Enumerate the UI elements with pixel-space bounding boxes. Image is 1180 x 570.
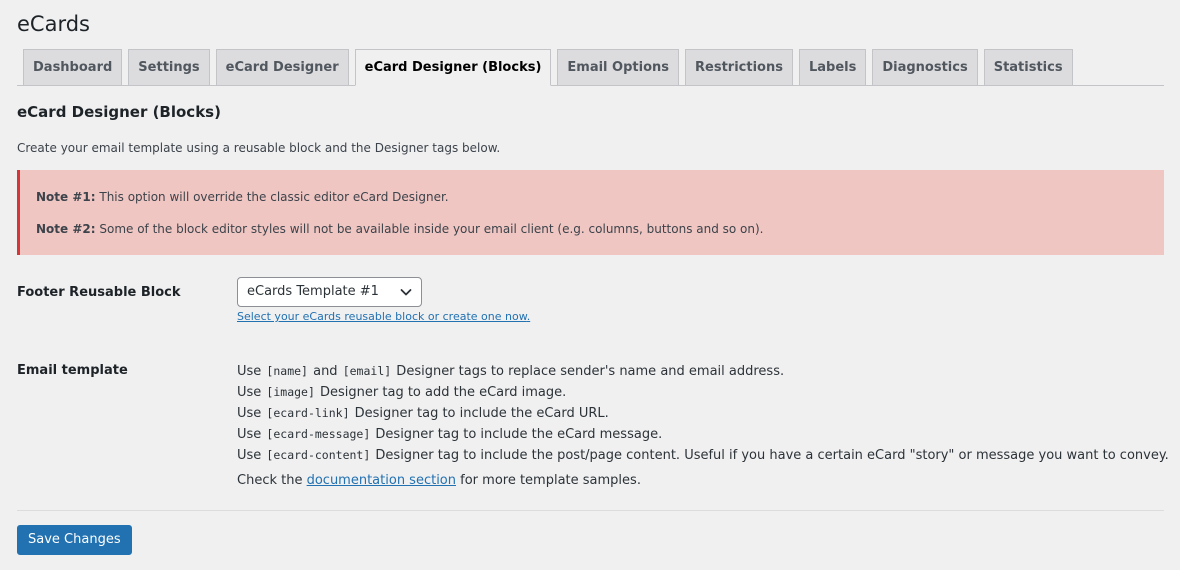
footer-block-select[interactable]: eCards Template #1 <box>237 277 422 307</box>
tab-restrictions[interactable]: Restrictions <box>685 49 793 85</box>
line-text: Use <box>237 406 266 421</box>
tag-ecard-content: [ecard-content] <box>266 448 371 462</box>
nav-tabs: Dashboard Settings eCard Designer eCard … <box>17 49 1164 86</box>
create-block-link[interactable]: Select your eCards reusable block or cre… <box>237 310 527 323</box>
line-text: Designer tag to include the post/page co… <box>371 448 1169 463</box>
template-line-image: Use [image] Designer tag to add the eCar… <box>237 382 1157 403</box>
line-text: Use <box>237 385 266 400</box>
line-text: and <box>308 364 342 379</box>
email-template-label: Email template <box>17 363 128 378</box>
line-text: Check the <box>237 473 307 488</box>
note-2-label: Note #2: <box>36 222 96 236</box>
line-text: Designer tag to include the eCard URL. <box>350 406 609 421</box>
line-text: Designer tag to include the eCard messag… <box>371 427 663 442</box>
tab-ecard-designer[interactable]: eCard Designer <box>215 49 349 85</box>
tab-statistics[interactable]: Statistics <box>983 49 1073 85</box>
tag-email: [email] <box>342 364 392 378</box>
save-changes-button[interactable]: Save Changes <box>17 525 132 555</box>
tab-dashboard[interactable]: Dashboard <box>23 49 123 85</box>
template-line-name-email: Use [name] and [email] Designer tags to … <box>237 361 1157 382</box>
page-title: eCard Designer (Blocks) <box>17 103 221 121</box>
tab-diagnostics[interactable]: Diagnostics <box>872 49 978 85</box>
notice-note-2: Note #2: Some of the block editor styles… <box>36 222 764 236</box>
note-1-label: Note #1: <box>36 190 96 204</box>
line-text: Use <box>237 364 266 379</box>
app-title: eCards <box>17 12 90 36</box>
tab-labels[interactable]: Labels <box>798 49 867 85</box>
footer-block-help: Select your eCards reusable block or cre… <box>237 310 530 323</box>
page-intro: Create your email template using a reusa… <box>17 141 501 155</box>
line-text: Use <box>237 427 266 442</box>
template-line-link: Use [ecard-link] Designer tag to include… <box>237 403 1157 424</box>
tag-image: [image] <box>266 385 315 399</box>
template-line-message: Use [ecard-message] Designer tag to incl… <box>237 424 1157 445</box>
tag-ecard-message: [ecard-message] <box>266 427 371 441</box>
chevron-down-icon <box>400 289 412 296</box>
tab-ecard-designer-blocks[interactable]: eCard Designer (Blocks) <box>354 49 552 86</box>
footer-block-label: Footer Reusable Block <box>17 285 181 300</box>
line-text: Designer tag to add the eCard image. <box>315 385 567 400</box>
template-line-content: Use [ecard-content] Designer tag to incl… <box>237 445 1169 466</box>
tag-name: [name] <box>266 364 308 378</box>
line-text: Designer tags to replace sender's name a… <box>392 364 785 379</box>
help-tail: . <box>526 310 531 323</box>
note-2-text: Some of the block editor styles will not… <box>95 222 764 236</box>
documentation-link[interactable]: documentation section <box>307 473 456 488</box>
warning-notice: Note #1: This option will override the c… <box>17 170 1164 255</box>
note-1-text: This option will override the classic ed… <box>95 190 449 204</box>
section-divider <box>17 510 1164 511</box>
tab-email-options[interactable]: Email Options <box>557 49 679 85</box>
line-text: Use <box>237 448 266 463</box>
line-text: for more template samples. <box>456 473 641 488</box>
tab-settings[interactable]: Settings <box>128 49 210 85</box>
footer-block-selected: eCards Template #1 <box>247 284 379 299</box>
notice-note-1: Note #1: This option will override the c… <box>36 190 449 204</box>
email-template-help: Use [name] and [email] Designer tags to … <box>237 361 1169 491</box>
tag-ecard-link: [ecard-link] <box>266 406 350 420</box>
template-line-docs: Check the documentation section for more… <box>237 470 1157 491</box>
